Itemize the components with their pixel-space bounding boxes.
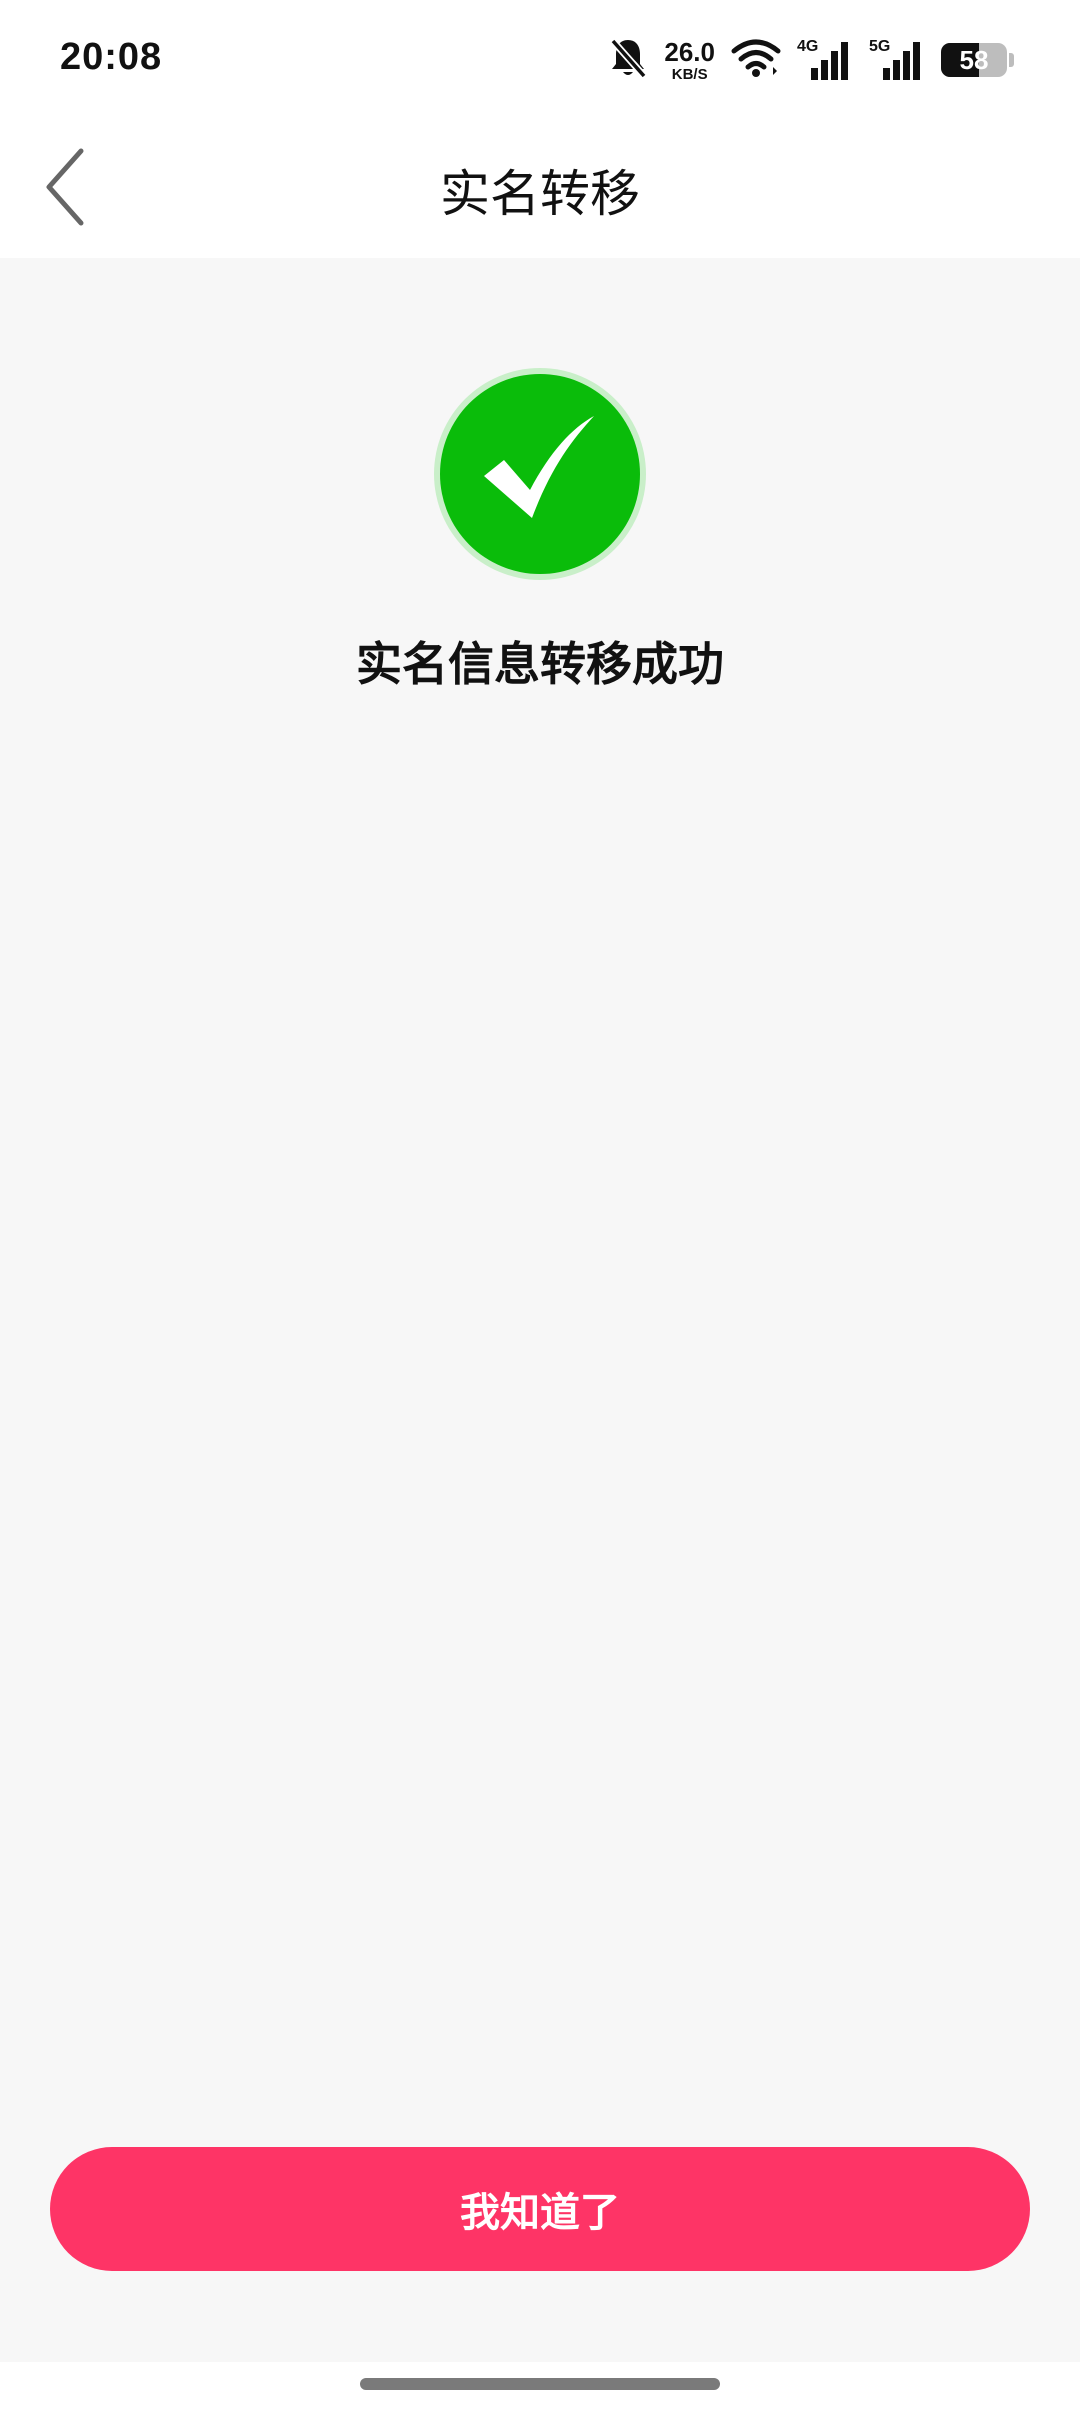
net-speed-value: 26.0 xyxy=(664,36,715,67)
net-speed-unit: KB/S xyxy=(671,65,708,83)
battery-level: 58 xyxy=(959,45,989,75)
signal-5g: 5G xyxy=(869,38,925,82)
battery-icon: 58 xyxy=(941,43,1007,77)
check-circle-icon xyxy=(432,366,648,582)
system-bottom-bar xyxy=(0,2362,1080,2412)
page-title: 实名转移 xyxy=(440,165,640,223)
nav-bar: 实名转移 xyxy=(0,120,1080,258)
home-indicator[interactable] xyxy=(360,2378,720,2390)
status-bar: 20:08 26.0 KB/S 4G 5G 58 xyxy=(0,0,1080,120)
bell-off-icon xyxy=(608,36,648,84)
status-time: 20:08 xyxy=(60,36,163,78)
confirm-button[interactable]: 我知道了 xyxy=(50,2147,1030,2271)
status-icons: 26.0 KB/S 4G 5G 58 xyxy=(608,34,1014,86)
battery-tip xyxy=(1009,53,1014,67)
signal-5g-label: 5G xyxy=(869,38,891,55)
net-speed: 26.0 KB/S xyxy=(664,39,715,82)
signal-4g: 4G xyxy=(797,38,853,82)
signal-4g-label: 4G xyxy=(797,38,819,55)
screen: 20:08 26.0 KB/S 4G 5G 58 实名转移 实名信息转移成功 我… xyxy=(0,0,1080,2412)
wifi-icon xyxy=(731,37,781,83)
success-message: 实名信息转移成功 xyxy=(356,637,724,691)
